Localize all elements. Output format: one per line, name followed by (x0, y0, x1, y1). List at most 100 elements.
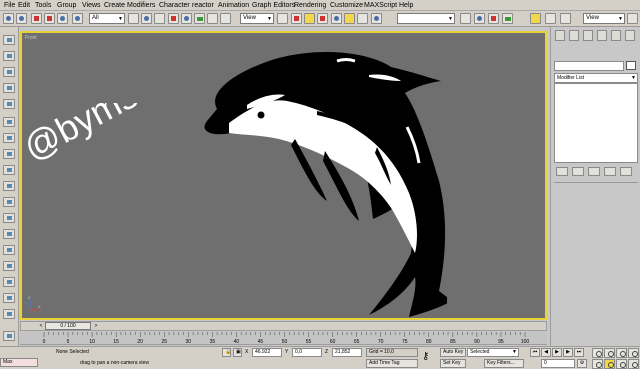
go-to-start-icon[interactable]: ⏮ (530, 348, 540, 357)
modify-tab-icon[interactable] (569, 30, 579, 41)
render-frame-window-icon[interactable] (545, 13, 556, 24)
maximize-viewport-icon[interactable] (628, 359, 639, 369)
menu-animation[interactable]: Animation (218, 1, 249, 10)
object-color-swatch[interactable] (626, 61, 636, 70)
menu-group[interactable]: Group (57, 1, 76, 10)
set-key-button[interactable]: Set Key (440, 359, 466, 368)
spinner-snap-icon[interactable] (331, 13, 342, 24)
tool-icon[interactable] (3, 181, 15, 191)
maxscript-listener[interactable]: Max (0, 358, 38, 367)
quick-render-icon[interactable] (560, 13, 571, 24)
menu-tools[interactable]: Tools (35, 1, 51, 10)
material-editor-icon[interactable] (502, 13, 513, 24)
configure-modifier-sets-icon[interactable] (620, 167, 632, 176)
select-object-icon[interactable] (72, 13, 83, 24)
selection-filter-dropdown[interactable]: All ▼ (89, 13, 125, 24)
use-pivot-icon[interactable] (220, 13, 231, 24)
menu-maxscript[interactable]: MAXScript (364, 1, 397, 10)
menu-modifiers[interactable]: Modifiers (127, 1, 155, 10)
z-coordinate-field[interactable]: 21,852 (332, 348, 362, 357)
tool-icon[interactable] (3, 261, 15, 271)
menu-file[interactable]: File (4, 1, 15, 10)
tool-icon[interactable] (3, 293, 15, 303)
play-icon[interactable]: ▶ (552, 348, 562, 357)
arc-rotate-icon[interactable] (616, 359, 627, 369)
zoom-icon[interactable] (592, 348, 603, 358)
zoom-extents-icon[interactable] (616, 348, 627, 358)
menu-graph-editors[interactable]: Graph Editors (252, 1, 295, 10)
unlink-icon[interactable] (44, 13, 55, 24)
time-configuration-icon[interactable]: ⚙ (577, 359, 587, 368)
manipulate-icon[interactable] (207, 13, 218, 24)
select-by-name-icon[interactable] (128, 13, 139, 24)
hierarchy-tab-icon[interactable] (583, 30, 593, 41)
x-coordinate-field[interactable]: 46.922 (252, 348, 282, 357)
tool-icon[interactable] (3, 331, 15, 341)
y-coordinate-field[interactable]: 0,0 (292, 348, 322, 357)
tool-icon[interactable] (3, 197, 15, 207)
time-slider-next-button[interactable]: > (92, 322, 100, 330)
menu-customize[interactable]: Customize (330, 1, 363, 10)
pan-view-icon[interactable] (604, 359, 615, 369)
show-end-result-icon[interactable] (572, 167, 584, 176)
schematic-view-icon[interactable] (488, 13, 499, 24)
motion-tab-icon[interactable] (597, 30, 607, 41)
tool-icon[interactable] (3, 51, 15, 61)
angle-snap-icon[interactable] (304, 13, 315, 24)
absolute-mode-icon[interactable]: ▣ (233, 348, 242, 357)
reference-coordinate-dropdown[interactable]: View ▼ (240, 13, 274, 24)
align-icon[interactable] (371, 13, 382, 24)
viewport-label[interactable]: Front (25, 35, 37, 41)
object-name-field[interactable] (554, 61, 624, 71)
redo-icon[interactable] (16, 13, 27, 24)
tool-icon[interactable] (3, 133, 15, 143)
render-last-icon[interactable] (627, 13, 638, 24)
create-tab-icon[interactable] (555, 30, 565, 41)
utilities-tab-icon[interactable] (625, 30, 635, 41)
track-bar[interactable]: 0 5 10 15 20 25 30 35 40 45 50 55 60 65 70 75 80 85 90 95 10… (20, 332, 547, 345)
pin-stack-icon[interactable] (556, 167, 568, 176)
display-tab-icon[interactable] (611, 30, 621, 41)
time-slider[interactable]: < 0 / 100 > (20, 321, 547, 331)
zoom-extents-all-icon[interactable] (628, 348, 639, 358)
select-scale-icon[interactable] (194, 13, 205, 24)
field-of-view-icon[interactable] (592, 359, 603, 369)
modifier-list-dropdown[interactable]: Modifier List ▼ (554, 73, 638, 83)
zoom-all-icon[interactable] (604, 348, 615, 358)
bind-space-warp-icon[interactable] (57, 13, 68, 24)
remove-modifier-icon[interactable] (604, 167, 616, 176)
tool-icon[interactable] (3, 83, 15, 93)
select-link-icon[interactable] (31, 13, 42, 24)
tool-icon[interactable] (3, 309, 15, 319)
menu-rendering[interactable]: Rendering (294, 1, 326, 10)
menu-help[interactable]: Help (399, 1, 413, 10)
percent-snap-icon[interactable] (317, 13, 328, 24)
render-setup-icon[interactable] (530, 13, 541, 24)
tool-icon[interactable] (3, 67, 15, 77)
snap-toggle-icon[interactable] (291, 13, 302, 24)
add-time-tag-button[interactable]: Add Time Tag (366, 359, 418, 368)
menu-character[interactable]: Character (159, 1, 190, 10)
layer-manager-icon[interactable] (460, 13, 471, 24)
current-frame-field[interactable]: 0 (541, 359, 575, 368)
mirror-icon[interactable] (357, 13, 368, 24)
menu-reactor[interactable]: reactor (192, 1, 214, 10)
menu-create[interactable]: Create (104, 1, 125, 10)
time-slider-thumb[interactable]: 0 / 100 (45, 322, 91, 330)
menu-edit[interactable]: Edit (18, 1, 30, 10)
tool-icon[interactable] (3, 117, 15, 127)
named-selection-sets-dropdown[interactable]: ▼ (397, 13, 455, 24)
tool-icon[interactable] (3, 99, 15, 109)
undo-icon[interactable] (3, 13, 14, 24)
lock-icon[interactable]: 🔒 (222, 348, 231, 357)
tool-icon[interactable] (3, 213, 15, 223)
edit-named-selection-icon[interactable] (344, 13, 355, 24)
select-rotate-icon[interactable] (181, 13, 192, 24)
tool-icon[interactable] (3, 165, 15, 175)
tool-icon[interactable] (3, 149, 15, 159)
next-frame-icon[interactable]: ▶ (563, 348, 573, 357)
menu-views[interactable]: Views (82, 1, 101, 10)
window-crossing-icon[interactable] (154, 13, 165, 24)
make-unique-icon[interactable] (588, 167, 600, 176)
tool-icon[interactable] (3, 277, 15, 287)
